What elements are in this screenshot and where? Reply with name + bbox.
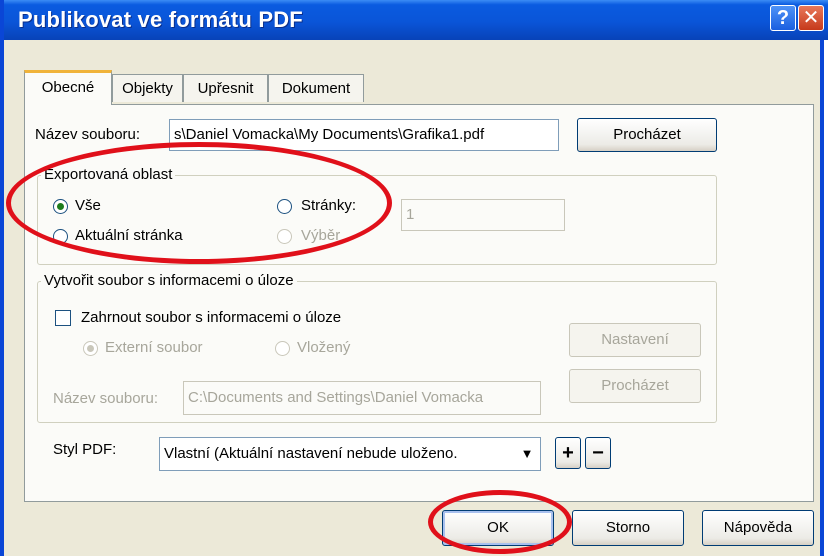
pdf-style-value: Vlastní (Aktuální nastavení nebude ulože… <box>164 445 458 462</box>
pdf-style-select[interactable]: Vlastní (Aktuální nastavení nebude ulože… <box>159 437 541 471</box>
export-area-group <box>37 175 717 265</box>
tab-panel-general: Název souboru: s\Daniel Vomacka\My Docum… <box>24 104 814 502</box>
radio-selection[interactable] <box>277 229 292 244</box>
radio-all-label: Vše <box>75 197 101 214</box>
radio-embedded[interactable] <box>275 341 290 356</box>
pdf-style-label: Styl PDF: <box>53 441 117 458</box>
tab-general[interactable]: Obecné <box>24 70 112 105</box>
cancel-button[interactable]: Storno <box>572 510 684 546</box>
tab-document[interactable]: Dokument <box>268 74 364 102</box>
radio-selection-label: Výběr <box>301 227 341 244</box>
radio-all[interactable] <box>53 199 68 214</box>
help-button[interactable]: Nápověda <box>702 510 814 546</box>
include-job-info-checkbox[interactable] <box>55 310 71 326</box>
radio-external-file[interactable] <box>83 341 98 356</box>
radio-pages[interactable] <box>277 199 292 214</box>
chevron-down-icon[interactable]: ▼ <box>515 440 539 468</box>
tab-advanced[interactable]: Upřesnit <box>183 74 268 102</box>
tab-objects[interactable]: Objekty <box>112 74 183 102</box>
job-file-name-label: Název souboru: <box>53 390 159 407</box>
dialog-window: Publikovat ve formátu PDF ? ✕ Obecné Obj… <box>0 0 828 556</box>
file-name-label: Název souboru: <box>35 126 141 143</box>
help-title-button[interactable]: ? <box>770 5 796 31</box>
ok-button[interactable]: OK <box>442 510 554 546</box>
add-style-button[interactable]: + <box>555 437 581 469</box>
window-title: Publikovat ve formátu PDF <box>18 7 303 32</box>
radio-current-page-label: Aktuální stránka <box>75 227 183 244</box>
radio-current-page[interactable] <box>53 229 68 244</box>
remove-style-button[interactable]: − <box>585 437 611 469</box>
file-name-input[interactable]: s\Daniel Vomacka\My Documents\Grafika1.p… <box>169 119 559 151</box>
radio-embedded-label: Vložený <box>297 339 351 356</box>
include-job-info-label: Zahrnout soubor s informacemi o úloze <box>81 309 342 326</box>
settings-button[interactable]: Nastavení <box>569 323 701 357</box>
close-button[interactable]: ✕ <box>798 5 824 31</box>
export-area-title: Exportovaná oblast <box>41 166 176 183</box>
job-file-name-input[interactable]: C:\Documents and Settings\Daniel Vomacka <box>183 381 541 415</box>
pages-input[interactable]: 1 <box>401 199 565 231</box>
browse-button[interactable]: Procházet <box>577 118 717 152</box>
title-bar[interactable]: Publikovat ve formátu PDF ? ✕ <box>4 0 828 40</box>
radio-pages-label: Stránky: <box>301 197 357 214</box>
job-browse-button[interactable]: Procházet <box>569 369 701 403</box>
job-info-title: Vytvořit soubor s informacemi o úloze <box>41 272 297 289</box>
radio-external-file-label: Externí soubor <box>105 339 203 356</box>
